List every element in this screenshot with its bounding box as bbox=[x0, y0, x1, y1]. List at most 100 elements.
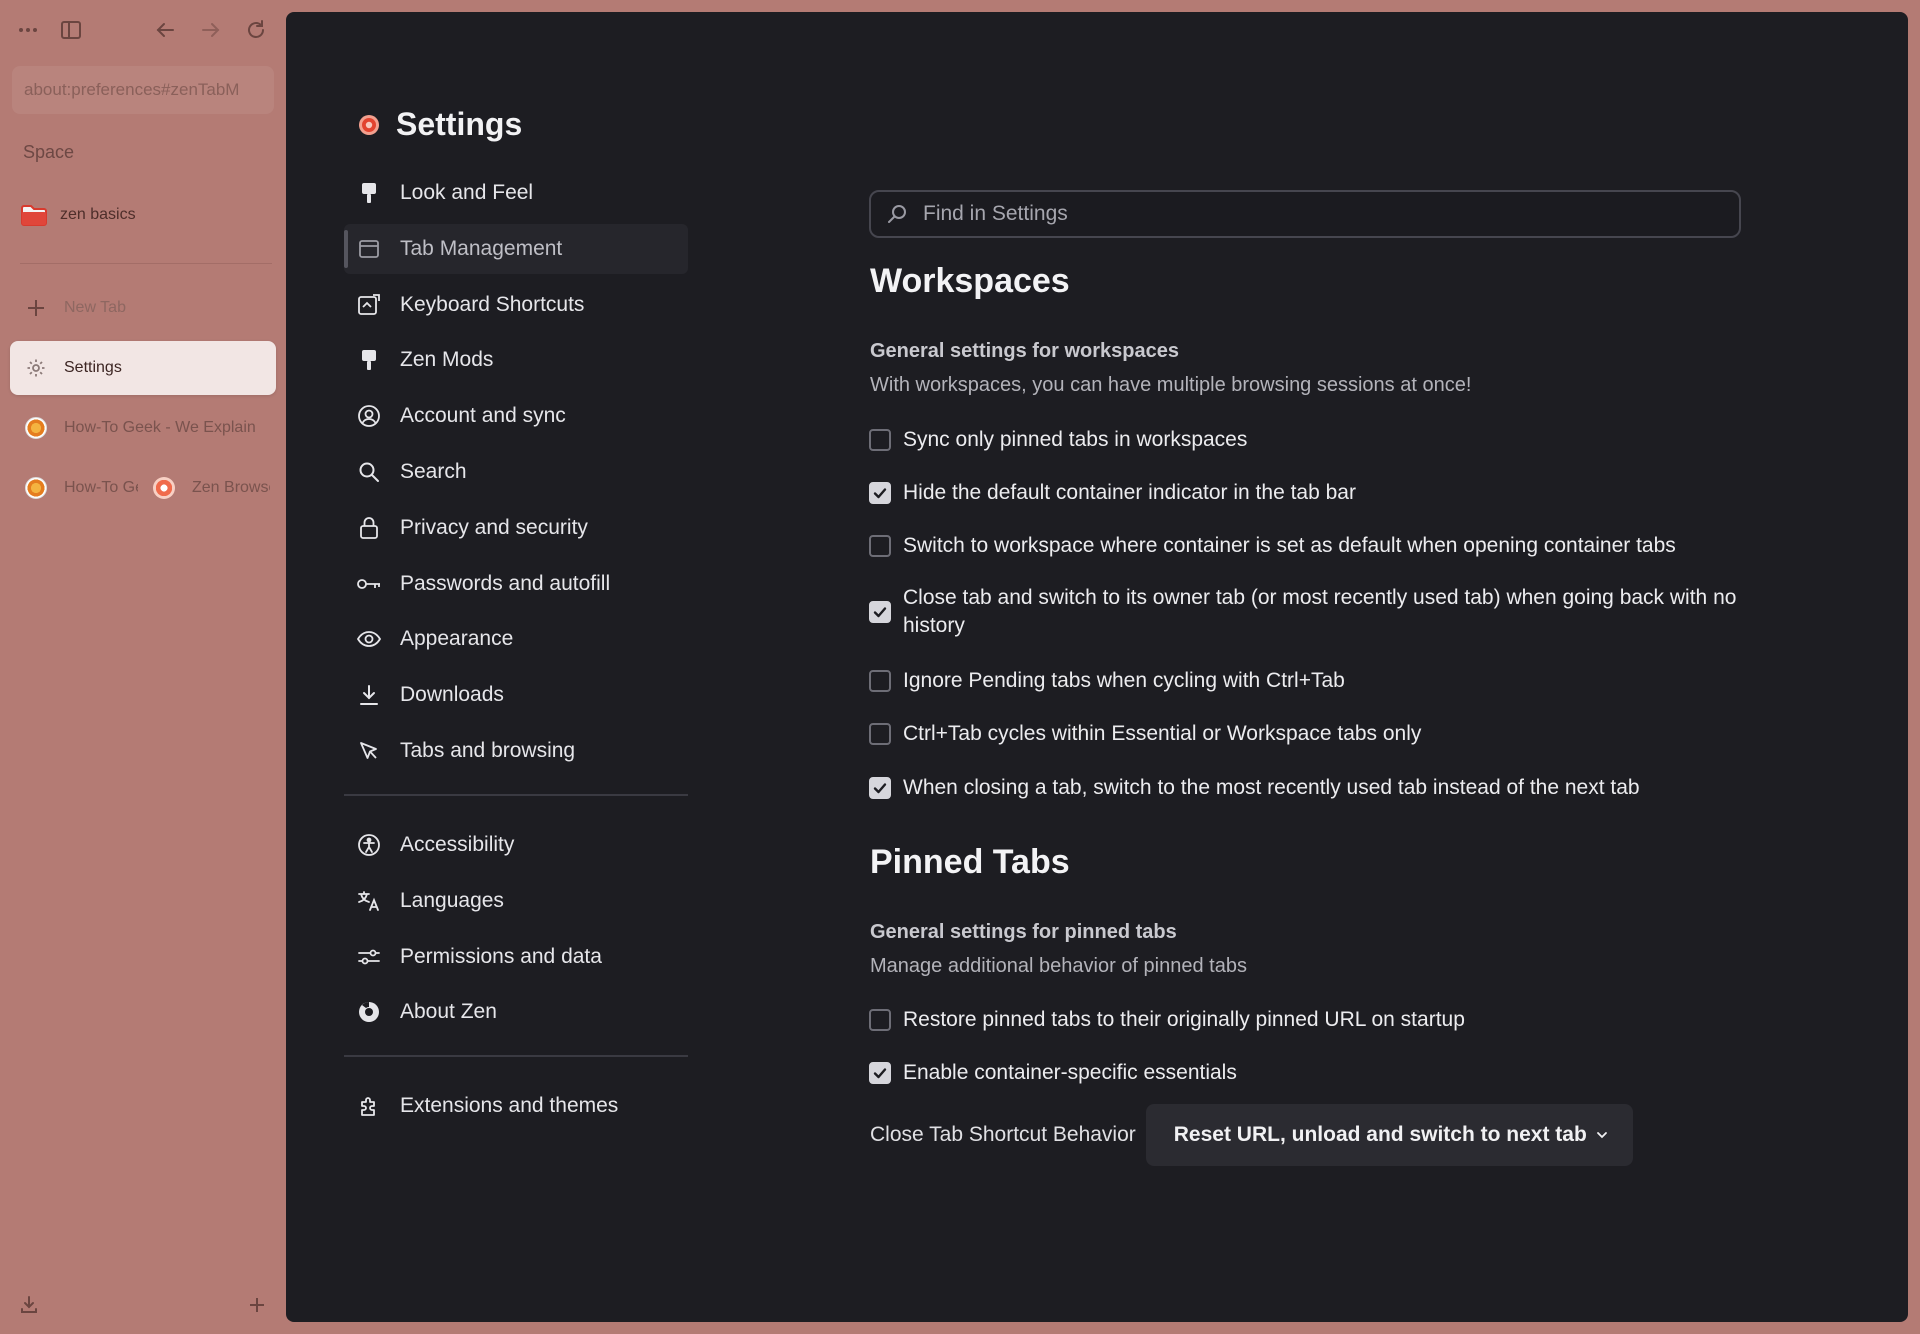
category-label: About Zen bbox=[400, 1000, 497, 1024]
back-arrow-icon[interactable] bbox=[152, 17, 178, 43]
category-label: Languages bbox=[400, 888, 504, 912]
url-bar[interactable]: about:preferences#zenTabM bbox=[12, 66, 274, 114]
checkbox[interactable] bbox=[869, 535, 891, 557]
category-look-and-feel[interactable]: Look and Feel bbox=[344, 168, 688, 218]
reload-icon[interactable] bbox=[243, 17, 269, 43]
close-tab-shortcut-label: Close Tab Shortcut Behavior bbox=[870, 1123, 1136, 1146]
downloads-icon[interactable] bbox=[16, 1292, 42, 1318]
paintbrush-icon bbox=[356, 347, 382, 373]
accessibility-icon bbox=[356, 832, 382, 858]
option-hide-container-indicator[interactable]: Hide the default container indicator in … bbox=[869, 479, 1356, 507]
add-space-icon[interactable] bbox=[244, 1292, 270, 1318]
category-divider bbox=[344, 1055, 688, 1058]
gear-icon bbox=[24, 356, 48, 380]
zen-favicon bbox=[152, 476, 176, 500]
option-sync-pinned-tabs[interactable]: Sync only pinned tabs in workspaces bbox=[869, 426, 1247, 454]
search-field[interactable] bbox=[869, 190, 1741, 238]
category-zen-mods[interactable]: Zen Mods bbox=[344, 335, 688, 385]
option-switch-workspace-container[interactable]: Switch to workspace where container is s… bbox=[869, 532, 1676, 560]
howtogeek-favicon bbox=[24, 416, 48, 440]
split-tab-left-label: How-To Geek bbox=[64, 479, 138, 496]
cursor-icon bbox=[356, 738, 382, 764]
option-label: Close tab and switch to its owner tab (o… bbox=[903, 586, 1737, 637]
option-label: Restore pinned tabs to their originally … bbox=[903, 1008, 1465, 1031]
more-menu-icon[interactable] bbox=[15, 17, 41, 43]
category-label: Permissions and data bbox=[400, 944, 602, 968]
option-ctrl-tab-cycles[interactable]: Ctrl+Tab cycles within Essential or Work… bbox=[869, 720, 1421, 748]
option-close-tab-recent[interactable]: When closing a tab, switch to the most r… bbox=[869, 774, 1640, 802]
category-tab-management[interactable]: Tab Management bbox=[344, 223, 688, 274]
option-label: Hide the default container indicator in … bbox=[903, 481, 1356, 504]
folder-icon bbox=[21, 205, 47, 226]
checkbox[interactable] bbox=[869, 1009, 891, 1031]
category-passwords-and-autofill[interactable]: Passwords and autofill bbox=[344, 559, 688, 609]
category-languages[interactable]: Languages bbox=[344, 876, 688, 926]
new-tab-button[interactable]: New Tab bbox=[10, 281, 276, 335]
category-label: Appearance bbox=[400, 627, 514, 651]
pinned-group-desc: Manage additional behavior of pinned tab… bbox=[870, 955, 1247, 977]
checkbox[interactable] bbox=[869, 777, 891, 799]
folder-label: zen basics bbox=[60, 206, 136, 223]
search-icon bbox=[356, 459, 382, 485]
workspaces-group-desc: With workspaces, you can have multiple b… bbox=[870, 374, 1472, 396]
account-icon bbox=[356, 403, 382, 429]
category-permissions-and-data[interactable]: Permissions and data bbox=[344, 932, 688, 982]
search-input[interactable] bbox=[921, 201, 1701, 227]
browser-sidebar: about:preferences#zenTabM Space zen basi… bbox=[0, 0, 286, 1334]
checkbox[interactable] bbox=[869, 482, 891, 504]
category-appearance[interactable]: Appearance bbox=[344, 614, 688, 664]
category-keyboard-shortcuts[interactable]: Keyboard Shortcuts bbox=[344, 280, 688, 330]
option-label: Switch to workspace where container is s… bbox=[903, 534, 1676, 557]
sidebar-divider bbox=[20, 263, 272, 264]
category-privacy-and-security[interactable]: Privacy and security bbox=[344, 503, 688, 553]
folder-zen-basics[interactable]: zen basics bbox=[20, 198, 270, 232]
close-tab-shortcut-row: Close Tab Shortcut Behavior Reset URL, u… bbox=[870, 1104, 1633, 1166]
option-container-essentials[interactable]: Enable container-specific essentials bbox=[869, 1059, 1237, 1087]
category-label: Account and sync bbox=[400, 404, 566, 428]
new-tab-label: New Tab bbox=[64, 299, 126, 316]
checkbox[interactable] bbox=[869, 723, 891, 745]
category-extensions-and-themes[interactable]: Extensions and themes bbox=[344, 1081, 688, 1131]
category-label: Passwords and autofill bbox=[400, 571, 611, 595]
option-restore-pinned-url[interactable]: Restore pinned tabs to their originally … bbox=[869, 1006, 1465, 1034]
space-label: Space bbox=[23, 142, 75, 162]
category-nav: Look and Feel Tab Management Keyboard Sh… bbox=[344, 168, 688, 1137]
category-label: Tabs and browsing bbox=[400, 738, 576, 762]
workspaces-group-title: General settings for workspaces bbox=[870, 340, 1180, 362]
category-label: Look and Feel bbox=[400, 181, 534, 204]
tab-label: Settings bbox=[64, 359, 122, 376]
checkbox[interactable] bbox=[869, 429, 891, 451]
plus-icon bbox=[24, 296, 48, 320]
category-downloads[interactable]: Downloads bbox=[344, 670, 688, 720]
tab-settings[interactable]: Settings bbox=[10, 341, 276, 395]
sidebar-toggle-icon[interactable] bbox=[58, 17, 84, 43]
category-about-zen[interactable]: About Zen bbox=[344, 987, 688, 1037]
url-text: about:preferences#zenTabM bbox=[24, 80, 240, 99]
lock-icon bbox=[356, 515, 382, 541]
split-tab[interactable]: How-To Geek Zen Browser bbox=[10, 461, 276, 515]
tab-howtogeek[interactable]: How-To Geek - We Explain bbox=[10, 401, 276, 455]
puzzle-icon bbox=[356, 1093, 382, 1119]
option-label: Ctrl+Tab cycles within Essential or Work… bbox=[903, 722, 1422, 745]
option-ignore-pending-tabs[interactable]: Ignore Pending tabs when cycling with Ct… bbox=[869, 667, 1345, 695]
zen-logo-icon bbox=[359, 114, 379, 135]
forward-arrow-icon[interactable] bbox=[198, 17, 224, 43]
category-search[interactable]: Search bbox=[344, 447, 688, 497]
close-tab-shortcut-dropdown[interactable]: Reset URL, unload and switch to next tab bbox=[1145, 1104, 1633, 1166]
howtogeek-favicon bbox=[24, 476, 48, 500]
category-accessibility[interactable]: Accessibility bbox=[344, 820, 688, 870]
category-label: Zen Mods bbox=[400, 348, 494, 372]
eye-icon bbox=[356, 626, 382, 652]
settings-panel: Settings Look and Feel Tab Management Ke… bbox=[286, 12, 1908, 1322]
category-tabs-and-browsing[interactable]: Tabs and browsing bbox=[344, 726, 688, 776]
category-account-and-sync[interactable]: Account and sync bbox=[344, 391, 688, 441]
checkbox[interactable] bbox=[869, 601, 891, 623]
checkbox[interactable] bbox=[869, 670, 891, 692]
download-icon bbox=[356, 682, 382, 708]
page-title: Settings bbox=[396, 106, 523, 142]
category-label: Privacy and security bbox=[400, 515, 588, 539]
category-label: Search bbox=[400, 459, 467, 483]
option-label: Sync only pinned tabs in workspaces bbox=[903, 428, 1248, 451]
option-close-tab-switch-owner[interactable]: Close tab and switch to its owner tab (o… bbox=[869, 584, 1741, 640]
checkbox[interactable] bbox=[869, 1062, 891, 1084]
